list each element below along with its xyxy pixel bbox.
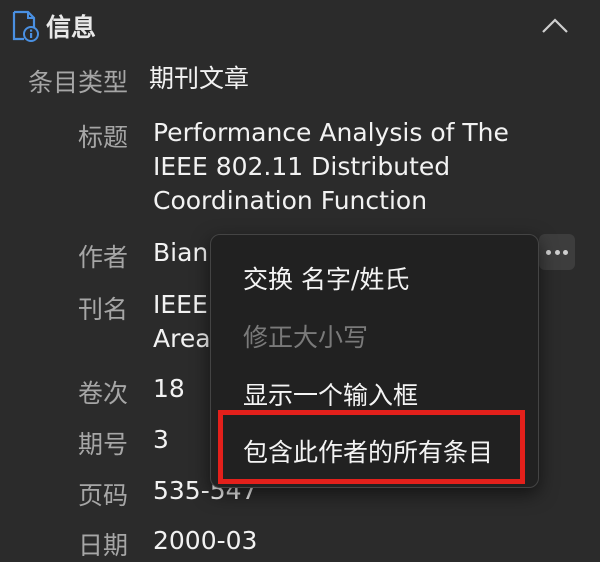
- menu-item-show-input[interactable]: 显示一个输入框: [243, 376, 418, 412]
- publication-line[interactable]: Area: [153, 322, 211, 356]
- section-title: 信息: [46, 13, 97, 42]
- field-label: 日期: [77, 531, 128, 560]
- issue-value[interactable]: 3: [153, 423, 169, 457]
- author-value[interactable]: Bian: [153, 236, 208, 270]
- field-label: 卷次: [77, 379, 128, 408]
- field-label: 标题: [77, 123, 128, 152]
- volume-value[interactable]: 18: [153, 372, 185, 406]
- field-label: 页码: [77, 481, 128, 510]
- title-line[interactable]: IEEE 802.11 Distributed: [153, 150, 450, 184]
- section-header[interactable]: 信息: [0, 0, 600, 56]
- chevron-up-icon[interactable]: [540, 16, 570, 36]
- menu-item-fix-case: 修正大小写: [243, 323, 369, 352]
- publication-line[interactable]: IEEE: [153, 288, 208, 322]
- field-label: 期号: [77, 430, 128, 459]
- more-options-button[interactable]: [539, 234, 575, 270]
- field-label: 刊名: [77, 295, 128, 324]
- more-options-icon: [563, 250, 568, 255]
- more-options-icon: [546, 250, 551, 255]
- field-label: 条目类型: [27, 68, 128, 97]
- document-info-icon: [12, 10, 39, 42]
- field-label: 作者: [77, 243, 128, 272]
- more-options-icon: [554, 250, 560, 255]
- title-line[interactable]: Coordination Function: [153, 184, 427, 218]
- title-line[interactable]: Performance Analysis of The: [153, 116, 509, 150]
- highlight-box: [218, 410, 525, 484]
- date-value[interactable]: 2000-03: [153, 524, 257, 558]
- menu-item-swap-name[interactable]: 交换 名字/姓氏: [243, 260, 409, 296]
- item-type-value[interactable]: 期刊文章: [149, 62, 249, 96]
